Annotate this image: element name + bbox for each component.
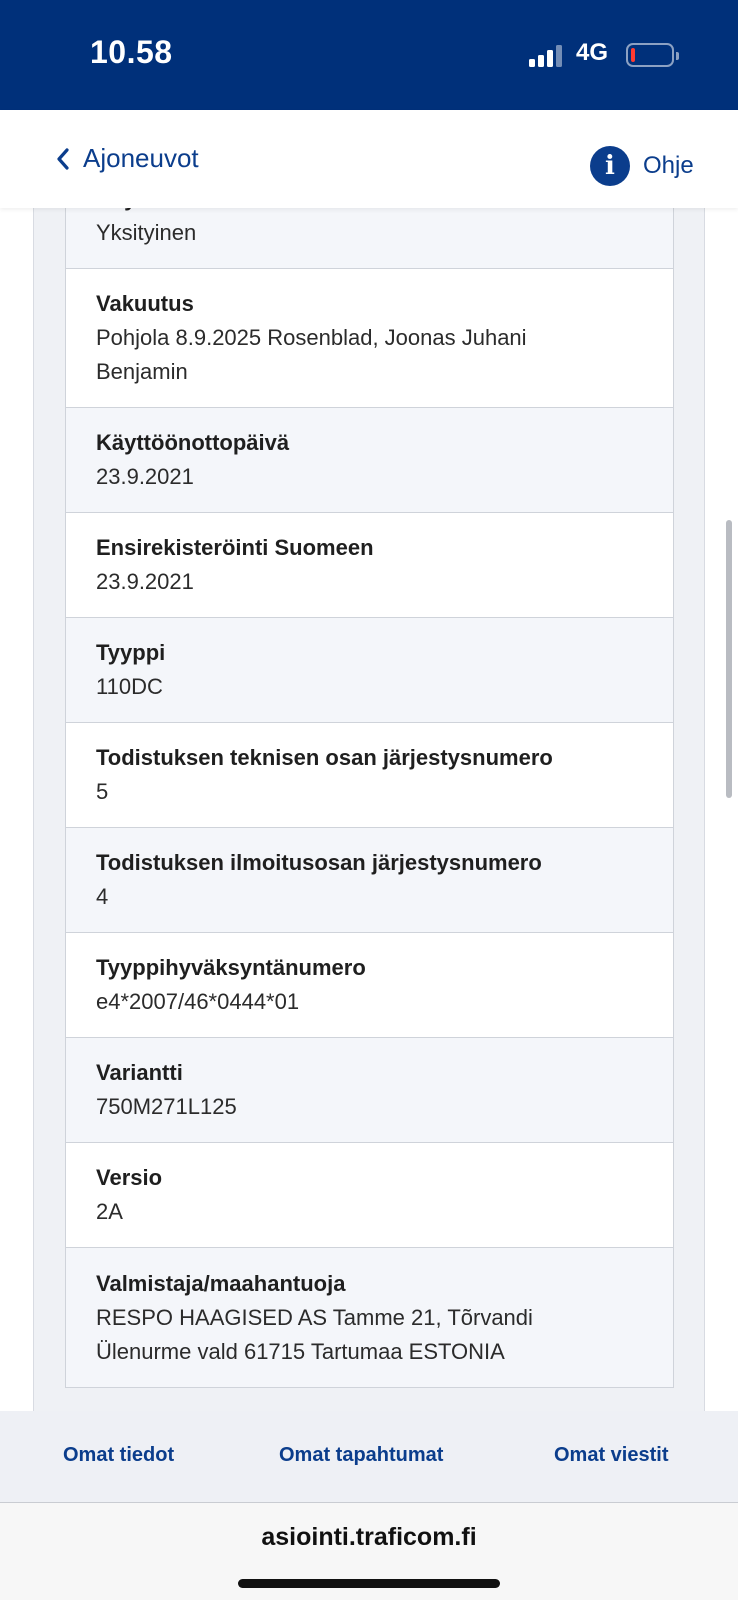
bottom-tab-bar: Omat tiedot Omat tapahtumat Omat viestit xyxy=(0,1411,738,1503)
detail-row-first-registration: Ensirekisteröinti Suomeen 23.9.2021 xyxy=(66,513,673,618)
detail-row-insurance: Vakuutus Pohjola 8.9.2025 Rosenblad, Joo… xyxy=(66,269,673,408)
detail-row-commissioning-date: Käyttöönottopäivä 23.9.2021 xyxy=(66,408,673,513)
detail-row-notification-part-number: Todistuksen ilmoitusosan järjestysnumero… xyxy=(66,828,673,933)
detail-value: Yksityinen xyxy=(96,220,197,245)
detail-value: 23.9.2021 xyxy=(96,569,194,594)
detail-label: Vakuutus xyxy=(96,291,194,316)
tab-own-messages[interactable]: Omat viestit xyxy=(554,1444,668,1467)
status-bar: 10.58 4G xyxy=(0,0,738,110)
navigation-header: Ajoneuvot i Ohje xyxy=(0,110,738,208)
help-label: Ohje xyxy=(643,152,694,179)
back-button-label: Ajoneuvot xyxy=(83,143,199,173)
vehicle-details-content[interactable]: Käyttö Yksityinen Vakuutus Pohjola 8.9.2… xyxy=(0,208,738,1411)
detail-row-manufacturer: Valmistaja/maahantuoja RESPO HAAGISED AS… xyxy=(66,1248,673,1387)
detail-label: Valmistaja/maahantuoja xyxy=(96,1270,346,1296)
detail-label: Tyyppihyväksyntänumero xyxy=(96,955,366,980)
back-button[interactable]: Ajoneuvot xyxy=(55,143,199,174)
scrollbar[interactable] xyxy=(726,520,732,798)
detail-label: Tyyppi xyxy=(96,640,166,665)
status-time: 10.58 xyxy=(90,34,173,70)
detail-row-variant: Variantti 750M271L125 xyxy=(66,1038,673,1143)
detail-label: Todistuksen teknisen osan järjestysnumer… xyxy=(96,745,553,770)
address-bar-url[interactable]: asiointi.traficom.fi xyxy=(0,1523,738,1552)
detail-value: 110DC xyxy=(96,674,163,699)
detail-row-type-approval-number: Tyyppihyväksyntänumero e4*2007/46*0444*0… xyxy=(66,933,673,1038)
detail-row-version: Versio 2A xyxy=(66,1143,673,1248)
help-button[interactable]: i Ohje xyxy=(590,146,694,186)
detail-value: 750M271L125 xyxy=(96,1094,237,1119)
detail-label: Versio xyxy=(96,1165,163,1190)
detail-value: 4 xyxy=(96,884,109,909)
detail-value-line: Ülenurme vald 61715 Tartumaa ESTONIA xyxy=(96,1338,505,1364)
detail-value-line: Pohjola 8.9.2025 Rosenblad, Joonas Juhan… xyxy=(96,325,527,350)
detail-value-line: RESPO HAAGISED AS Tamme 21, Tõrvandi xyxy=(96,1304,533,1330)
detail-value-line: Benjamin xyxy=(96,359,188,384)
tab-own-info[interactable]: Omat tiedot xyxy=(63,1444,174,1467)
network-type: 4G xyxy=(576,39,609,66)
browser-address-bar[interactable]: asiointi.traficom.fi xyxy=(0,1503,738,1600)
cellular-signal-icon xyxy=(529,45,565,67)
chevron-left-icon xyxy=(57,147,69,170)
battery-level xyxy=(631,48,635,62)
info-icon: i xyxy=(590,146,630,186)
detail-label: Todistuksen ilmoitusosan järjestysnumero xyxy=(96,850,542,875)
detail-label: Variantti xyxy=(96,1060,183,1085)
detail-label: Ensirekisteröinti Suomeen xyxy=(96,535,374,560)
tab-own-events[interactable]: Omat tapahtumat xyxy=(279,1444,443,1467)
detail-label: Käyttö xyxy=(96,208,643,216)
battery-icon xyxy=(626,43,679,67)
details-list: Käyttö Yksityinen Vakuutus Pohjola 8.9.2… xyxy=(65,208,674,1388)
detail-value: 5 xyxy=(96,779,109,804)
detail-value: 2A xyxy=(96,1199,123,1224)
detail-value: 23.9.2021 xyxy=(96,464,194,489)
detail-value: e4*2007/46*0444*01 xyxy=(96,989,300,1014)
detail-row-usage: Käyttö Yksityinen xyxy=(66,208,673,269)
detail-label: Käyttöönottopäivä xyxy=(96,430,290,455)
home-indicator[interactable] xyxy=(238,1579,500,1588)
detail-row-technical-part-number: Todistuksen teknisen osan järjestysnumer… xyxy=(66,723,673,828)
detail-row-type: Tyyppi 110DC xyxy=(66,618,673,723)
